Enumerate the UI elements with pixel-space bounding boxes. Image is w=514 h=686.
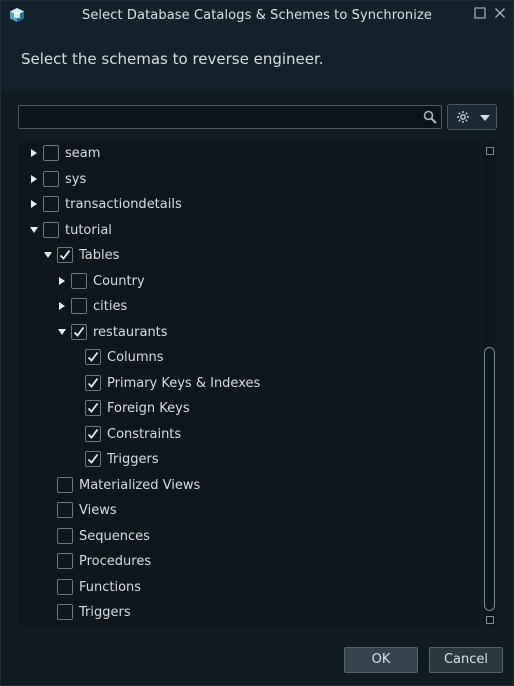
dialog-window: Select Database Catalogs & Schemes to Sy… [0,0,514,686]
tree-item[interactable]: Materialized Views [18,475,478,497]
close-icon [495,8,505,18]
tree-item[interactable]: sys [18,169,478,191]
tree-item-label: Views [79,503,117,518]
tree-item-label: seam [65,146,101,161]
tree-item-checkbox[interactable] [71,298,87,314]
search-field[interactable] [18,105,442,129]
tree-item[interactable]: cities [18,296,478,318]
schema-tree[interactable]: seam sys transactiondetails tutorial Tables C… [18,142,480,626]
collapsed-arrow-icon[interactable] [57,276,67,286]
tree-item-label: Functions [79,579,142,595]
ok-button[interactable]: OK [344,647,418,673]
tree-item-label: restaurants [93,324,168,340]
tree-item[interactable]: Triggers [18,449,478,471]
checkmark-icon [87,453,99,464]
tree-item-label: Primary Keys & Indexes [107,375,261,391]
maximize-icon [474,7,486,19]
window-title: Select Database Catalogs & Schemes to Sy… [81,8,433,23]
tree-item-label: Triggers [79,605,131,620]
tree-item[interactable]: Functions [18,577,478,599]
tree-item-label: Country [93,273,145,289]
dialog-subtitle: Select the schemas to reverse engineer. [21,50,324,68]
tree-item-checkbox[interactable] [71,323,87,340]
tree-item-checkbox[interactable] [71,272,87,289]
checkmark-icon [87,402,99,413]
cancel-button[interactable]: Cancel [429,647,503,673]
tree-item[interactable]: Triggers [18,602,478,624]
tree-item-label: Sequences [79,528,150,544]
checkmark-icon [73,326,85,337]
expanded-arrow-icon[interactable] [57,327,67,337]
tree-item-checkbox[interactable] [85,374,101,391]
tree-item-checkbox[interactable] [85,451,101,467]
tree-item-label: Procedures [79,554,152,569]
close-button[interactable] [493,7,507,21]
title-bar[interactable]: Select Database Catalogs & Schemes to Sy… [1,1,513,31]
collapsed-arrow-icon[interactable] [29,148,39,158]
checkmark-icon [87,428,99,439]
tree-item-checkbox[interactable] [57,604,73,620]
tree-item[interactable]: Country [18,271,478,293]
settings-dropdown-button[interactable] [447,104,497,130]
tree-item[interactable]: Constraints [18,424,478,446]
tree-item[interactable]: Views [18,500,478,522]
tree-item[interactable]: Tables [18,245,478,267]
tree-item-label: sys [65,171,87,187]
tree-item[interactable]: tutorial [18,220,478,242]
checkmark-icon [59,249,71,260]
collapsed-arrow-icon[interactable] [29,199,39,209]
tree-item[interactable]: restaurants [18,322,478,344]
tree-item[interactable]: seam [18,143,478,165]
tree-item[interactable]: Foreign Keys [18,398,478,420]
tree-item-checkbox[interactable] [57,476,73,493]
expanded-arrow-icon[interactable] [43,250,53,260]
collapsed-arrow-icon[interactable] [29,174,39,184]
tree-item-label: Tables [79,248,120,263]
tree-item-checkbox[interactable] [57,527,73,544]
checkmark-icon [87,377,99,388]
tree-item-label: cities [93,299,128,314]
checkmark-icon [87,351,99,362]
scroll-up-button[interactable] [486,147,494,155]
tree-item-checkbox[interactable] [57,247,73,263]
scroll-down-button[interactable] [486,616,494,624]
search-icon[interactable] [423,110,437,124]
expanded-arrow-icon[interactable] [29,225,39,235]
search-input[interactable] [23,108,423,128]
tree-item-label: Foreign Keys [107,401,190,416]
tree-item-label: Constraints [107,426,182,442]
tree-item-label: transactiondetails [65,197,182,212]
tree-item[interactable]: transactiondetails [18,194,478,216]
tree-item[interactable]: Procedures [18,551,478,573]
tree-item-checkbox[interactable] [85,400,101,416]
tree-item-checkbox[interactable] [43,221,59,238]
tree-item-checkbox[interactable] [43,170,59,187]
tree-item-label: Columns [107,350,164,365]
tree-item-checkbox[interactable] [85,425,101,442]
tree-item-label: tutorial [65,222,112,238]
tree-item-checkbox[interactable] [43,196,59,212]
tree-item-label: Materialized Views [79,477,201,493]
tree-item[interactable]: Primary Keys & Indexes [18,373,478,395]
tree-item-checkbox[interactable] [43,145,59,161]
tree-item-checkbox[interactable] [57,578,73,595]
gear-icon [457,111,469,123]
collapsed-arrow-icon[interactable] [57,301,67,311]
tree-item-checkbox[interactable] [57,502,73,518]
chevron-down-icon [480,115,490,121]
tree-item-label: Triggers [107,452,159,467]
tree-item-checkbox[interactable] [85,349,101,365]
tree-item-checkbox[interactable] [57,553,73,569]
tree-item[interactable]: Sequences [18,526,478,548]
maximize-button[interactable] [473,7,487,21]
scrollbar-thumb[interactable] [484,347,495,611]
tree-item[interactable]: Columns [18,347,478,369]
